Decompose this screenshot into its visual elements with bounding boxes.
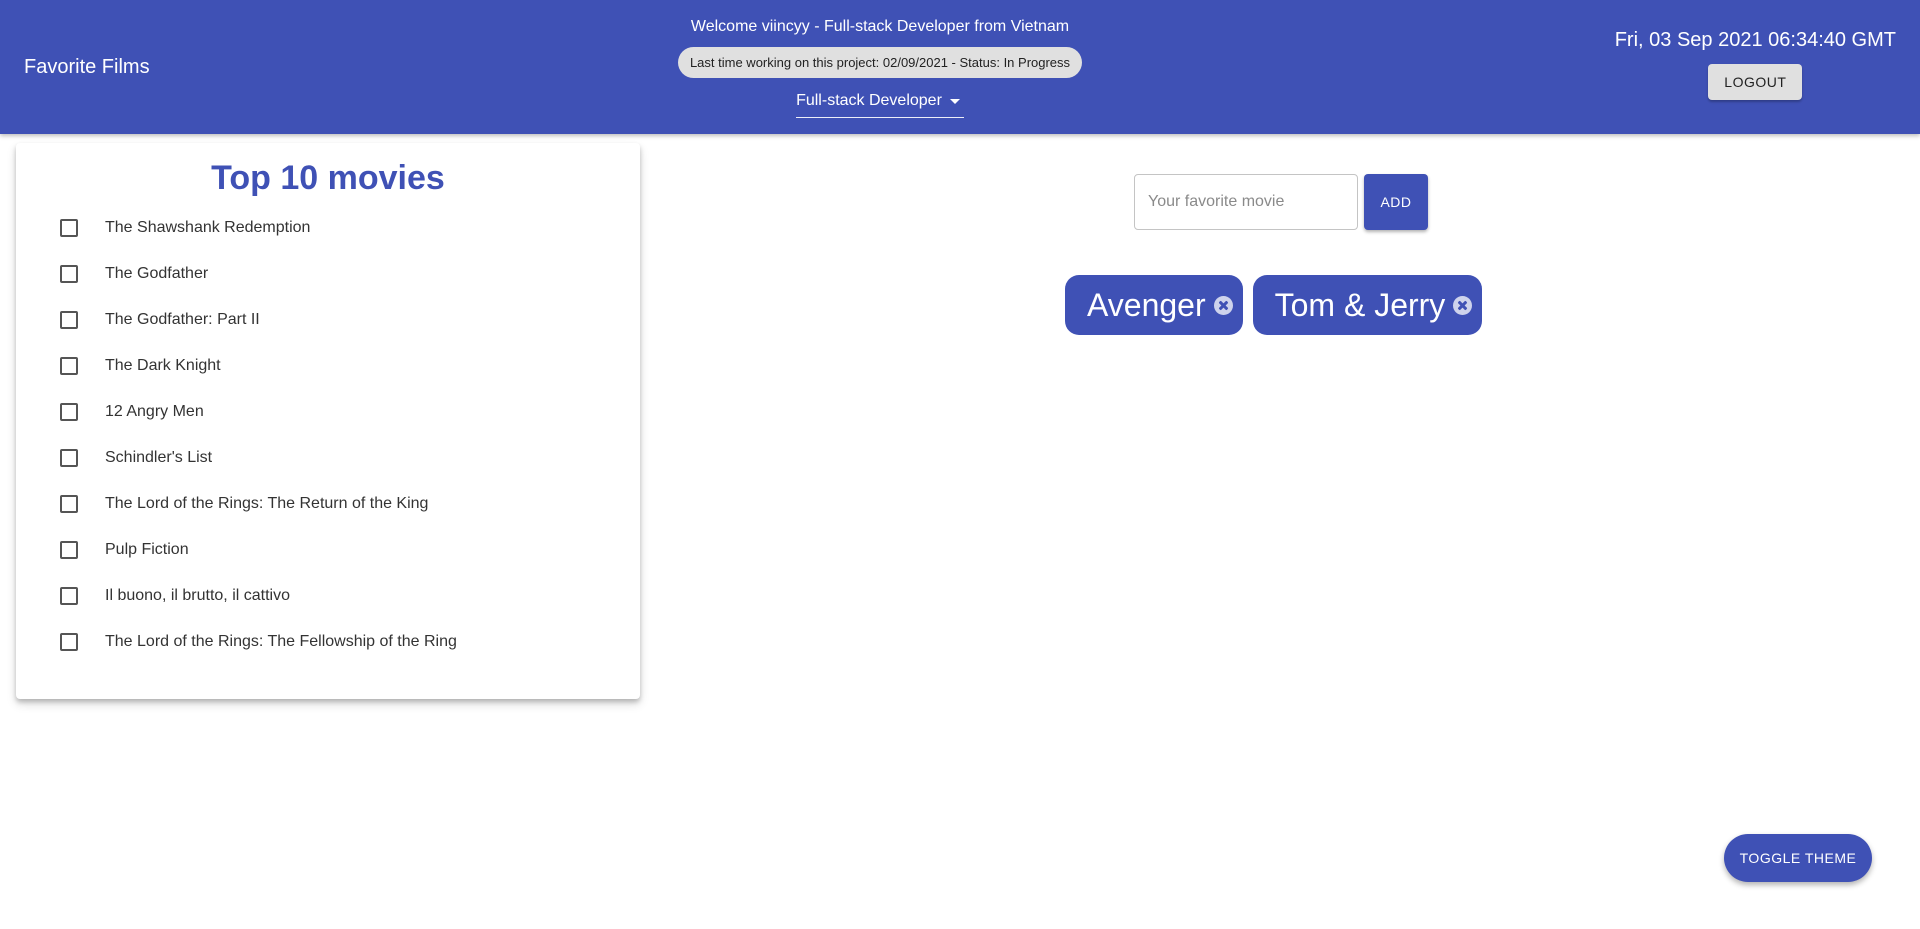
chevron-down-icon (949, 99, 960, 104)
movie-label: The Lord of the Rings: The Return of the… (105, 495, 429, 512)
movie-label: The Godfather: Part II (105, 311, 260, 328)
movie-list-item[interactable]: Schindler's List (16, 435, 640, 481)
current-datetime: Fri, 03 Sep 2021 06:34:40 GMT (1614, 29, 1896, 51)
movie-label: The Godfather (105, 265, 209, 282)
movie-label: Schindler's List (105, 449, 213, 466)
movie-list-item[interactable]: The Dark Knight (16, 343, 640, 389)
cancel-icon[interactable] (1453, 295, 1473, 315)
checkbox[interactable] (60, 495, 78, 513)
top-movies-list: The Shawshank Redemption The Godfather T… (16, 205, 640, 665)
chip-label: Avenger (1087, 286, 1206, 323)
top-movies-title: Top 10 movies (211, 159, 445, 197)
movie-label: The Dark Knight (105, 357, 221, 374)
welcome-text: Welcome viincyy - Full-stack Developer f… (690, 18, 1070, 35)
checkbox[interactable] (60, 587, 78, 605)
movie-label: Pulp Fiction (105, 541, 189, 558)
movie-label: The Shawshank Redemption (105, 219, 311, 236)
favorite-movie-chip[interactable]: Tom & Jerry (1252, 275, 1483, 335)
movie-list-item[interactable]: The Godfather (16, 251, 640, 297)
movie-list-item[interactable]: Pulp Fiction (16, 527, 640, 573)
movie-list-item[interactable]: Il buono, il brutto, il cattivo (16, 573, 640, 619)
movie-label: 12 Angry Men (105, 403, 204, 420)
movie-list-item[interactable]: The Lord of the Rings: The Fellowship of… (16, 619, 640, 665)
movie-label: The Lord of the Rings: The Fellowship of… (105, 633, 457, 650)
add-movie-form: ADD (1134, 174, 1428, 230)
chip-label: Tom & Jerry (1274, 286, 1446, 323)
checkbox[interactable] (60, 265, 78, 283)
role-select-value: Full-stack Developer (796, 91, 942, 109)
app-bar: Favorite Films Welcome viincyy - Full-st… (0, 0, 1920, 134)
movie-list-item[interactable]: The Lord of the Rings: The Return of the… (16, 481, 640, 527)
movie-list-item[interactable]: The Godfather: Part II (16, 297, 640, 343)
checkbox[interactable] (60, 449, 78, 467)
movie-label: Il buono, il brutto, il cattivo (105, 587, 290, 604)
add-button[interactable]: ADD (1364, 174, 1428, 230)
checkbox[interactable] (60, 357, 78, 375)
user-info: Welcome viincyy - Full-stack Developer f… (0, 16, 1760, 118)
checkbox[interactable] (60, 219, 78, 237)
checkbox[interactable] (60, 633, 78, 651)
checkbox[interactable] (60, 403, 78, 421)
favorite-movie-chip[interactable]: Avenger (1065, 275, 1243, 335)
favorite-movie-input[interactable] (1134, 174, 1358, 230)
movie-list-item[interactable]: 12 Angry Men (16, 389, 640, 435)
checkbox[interactable] (60, 311, 78, 329)
role-select[interactable]: Full-stack Developer (796, 88, 964, 118)
movie-list-item[interactable]: The Shawshank Redemption (16, 205, 640, 251)
checkbox[interactable] (60, 541, 78, 559)
session-info: Fri, 03 Sep 2021 06:34:40 GMT LOGOUT (1615, 28, 1896, 100)
logout-button[interactable]: LOGOUT (1708, 64, 1803, 100)
top-movies-card: Top 10 movies The Shawshank Redemption T… (16, 143, 640, 699)
project-status-chip: Last time working on this project: 02/09… (677, 47, 1083, 78)
cancel-icon[interactable] (1213, 295, 1233, 315)
toggle-theme-button[interactable]: TOGGLE THEME (1724, 834, 1872, 882)
favorite-movies-chips: Avenger Tom & Jerry (1065, 275, 1492, 335)
